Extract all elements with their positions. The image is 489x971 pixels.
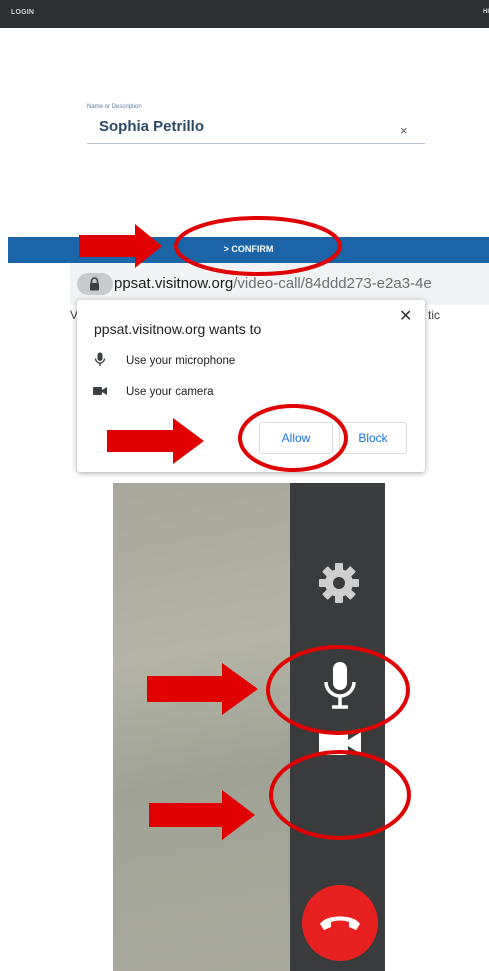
microphone-icon (94, 352, 106, 366)
camera-icon[interactable] (319, 730, 361, 756)
login-link[interactable]: LOGIN (11, 9, 34, 16)
microphone-permission-label: Use your microphone (126, 355, 236, 367)
microphone-icon[interactable] (321, 660, 359, 712)
lock-icon (90, 277, 99, 291)
settings-gear-icon[interactable] (317, 561, 361, 605)
top-bar: LOGIN HI (0, 0, 489, 28)
name-field-underline (87, 143, 425, 144)
permission-dialog-title: ppsat.visitnow.org wants to (94, 321, 262, 337)
url-path: /video-call/84ddd273-e2a3-4e (233, 275, 432, 292)
video-feed (113, 483, 296, 971)
block-button[interactable]: Block (339, 422, 407, 454)
clear-icon[interactable]: × (400, 123, 408, 138)
name-input[interactable]: Sophia Petrillo (99, 118, 204, 135)
hang-up-icon (320, 916, 360, 930)
url-text[interactable]: ppsat.visitnow.org/video-call/84ddd273-e… (114, 275, 489, 292)
url-host: ppsat.visitnow.org (114, 275, 234, 292)
name-field-label: Name or Description (87, 104, 142, 110)
camera-icon (93, 387, 107, 395)
confirm-label: > CONFIRM (223, 244, 274, 254)
confirm-button[interactable]: > CONFIRM (8, 237, 489, 263)
allow-button[interactable]: Allow (259, 422, 333, 454)
page-text-behind-dialog-right: tic (428, 308, 440, 322)
camera-permission-label: Use your camera (126, 386, 214, 398)
close-icon[interactable]: ✕ (399, 306, 412, 326)
top-bar-edge-text: HI (483, 9, 489, 15)
